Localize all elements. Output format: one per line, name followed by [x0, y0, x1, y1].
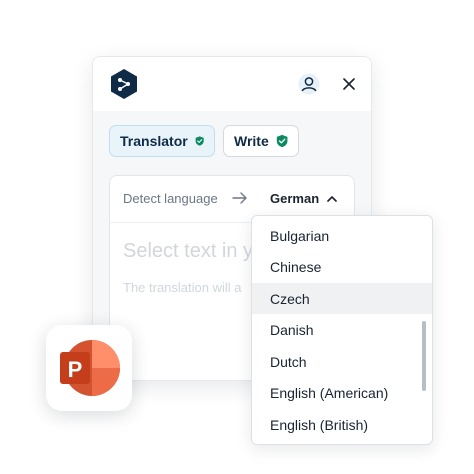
source-text-placeholder[interactable]: Select text in y	[123, 240, 253, 263]
language-option[interactable]: English (British)	[252, 409, 432, 440]
target-language-button[interactable]: German	[270, 191, 337, 206]
powerpoint-app-badge: P	[46, 325, 132, 411]
language-option[interactable]: Dutch	[252, 346, 432, 377]
language-option[interactable]: Czech	[252, 283, 432, 314]
tab-translator[interactable]: Translator	[109, 125, 215, 157]
tab-label: Write	[234, 133, 269, 149]
chevron-up-icon	[327, 196, 337, 202]
deepl-logo-icon	[111, 69, 137, 99]
target-language-label: German	[270, 191, 320, 206]
powerpoint-letter: P	[68, 357, 83, 382]
panel-header	[93, 57, 371, 112]
arrow-right-icon	[232, 192, 247, 204]
tab-write[interactable]: Write	[223, 125, 299, 157]
tab-label: Translator	[120, 133, 188, 149]
language-dropdown[interactable]: Bulgarian Chinese Czech Danish Dutch Eng…	[251, 215, 433, 445]
dropdown-scrollbar[interactable]	[422, 321, 426, 391]
translation-hint: The translation will a	[123, 280, 242, 295]
language-option[interactable]: Danish	[252, 314, 432, 345]
powerpoint-icon: P	[60, 340, 120, 396]
language-option[interactable]: English (American)	[252, 377, 432, 408]
user-avatar-icon[interactable]	[298, 73, 320, 95]
source-language-button[interactable]: Detect language	[123, 191, 218, 206]
language-option[interactable]: Bulgarian	[252, 220, 432, 251]
shield-check-icon	[276, 134, 288, 148]
shield-check-icon	[195, 136, 204, 146]
close-icon[interactable]	[339, 74, 359, 94]
language-option[interactable]: Chinese	[252, 251, 432, 282]
